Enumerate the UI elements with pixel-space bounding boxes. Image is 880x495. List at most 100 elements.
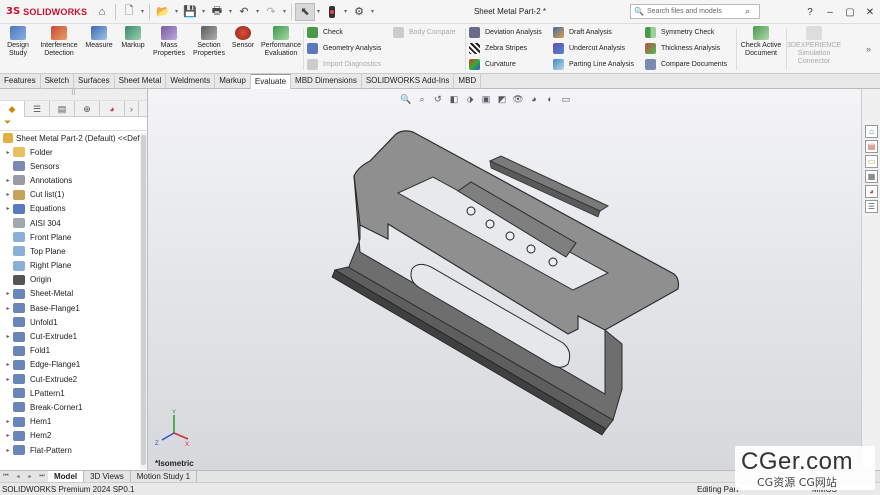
chevron-down-icon[interactable]: ▾ [254, 8, 261, 15]
chevron-down-icon[interactable]: ▾ [200, 8, 207, 15]
panel-grip[interactable]: ⠿ [0, 89, 147, 101]
performance-evaluation-button[interactable]: Performance Evaluation [258, 26, 304, 58]
compare-documents-button[interactable]: Compare Documents [645, 59, 727, 70]
view-orientation-icon[interactable]: ▣ [478, 92, 494, 106]
tree-item[interactable]: ▸ Edge-Flange1 [0, 358, 147, 372]
tab-surfaces[interactable]: Surfaces [74, 74, 115, 89]
tree-item[interactable]: ▸ Folder [0, 145, 147, 159]
view-palette-icon[interactable]: ▦ [865, 170, 878, 183]
chevron-down-icon[interactable]: ▾ [139, 8, 146, 15]
geometry-analysis-button[interactable]: Geometry Analysis [307, 43, 381, 54]
tree-item[interactable]: ▸ Hem1 [0, 415, 147, 429]
nav-last-icon[interactable]: ⏭ [36, 473, 48, 480]
previous-view-icon[interactable]: ↺ [430, 92, 446, 106]
tree-item[interactable]: ▸ Cut list(1) [0, 188, 147, 202]
expand-arrow-icon[interactable]: ▸ [3, 191, 13, 198]
tree-item[interactable]: Front Plane [0, 230, 147, 244]
bottom-tab-motion-study-1[interactable]: Motion Study 1 [131, 470, 198, 483]
solidworks-logo[interactable]: 3S SOLIDWORKS [0, 0, 92, 24]
tab-evaluate[interactable]: Evaluate [250, 74, 292, 89]
view-settings-icon[interactable]: ▭ [558, 92, 574, 106]
draft-analysis-button[interactable]: Draft Analysis [553, 27, 612, 38]
feature-tree-scrollbar[interactable] [140, 133, 147, 469]
tree-item[interactable]: Break-Corner1 [0, 400, 147, 414]
search-box[interactable]: 🔍 Search files and models ⌕ [630, 4, 760, 19]
expand-arrow-icon[interactable]: ▸ [3, 447, 13, 454]
search-options-icon[interactable]: ⌕ [745, 6, 759, 17]
tree-item[interactable]: Fold1 [0, 344, 147, 358]
chevron-down-icon[interactable]: ▾ [315, 8, 322, 15]
chevron-down-icon[interactable]: ▾ [173, 8, 180, 15]
check-active-document-button[interactable]: Check Active Document [738, 26, 784, 58]
section-properties-button[interactable]: Section Properties [191, 26, 227, 58]
tree-item[interactable]: LPattern1 [0, 386, 147, 400]
tree-item[interactable]: Origin [0, 273, 147, 287]
thickness-analysis-button[interactable]: Thickness Analysis [645, 43, 720, 54]
nav-next-icon[interactable]: ▸ [24, 473, 36, 480]
undercut-analysis-button[interactable]: Undercut Analysis [553, 43, 625, 54]
graphics-area[interactable]: Y X Z [148, 89, 861, 470]
chevron-right-icon[interactable]: » [866, 44, 871, 54]
feature-tree-root[interactable]: Sheet Metal Part-2 (Default) <<Def [0, 131, 147, 145]
solidworks-resources-icon[interactable]: ⌂ [865, 125, 878, 138]
expand-arrow-icon[interactable]: ▸ [3, 305, 13, 312]
chevron-down-icon[interactable]: ▾ [227, 8, 234, 15]
expand-arrow-icon[interactable]: ▸ [3, 361, 13, 368]
tree-item[interactable]: Unfold1 [0, 315, 147, 329]
tab-markup[interactable]: Markup [215, 74, 251, 89]
configuration-manager-tab-icon[interactable]: ▤ [50, 101, 75, 117]
markup-button[interactable]: Markup [118, 26, 148, 50]
nav-first-icon[interactable]: ⏮ [0, 473, 12, 480]
tab-mbd[interactable]: MBD [454, 74, 482, 89]
tab-solidworks-add-ins[interactable]: SOLIDWORKS Add-Ins [362, 74, 455, 89]
display-style-icon[interactable]: ◩ [494, 92, 510, 106]
tree-item[interactable]: ▸ Cut-Extrude1 [0, 329, 147, 343]
bottom-tab-3d-views[interactable]: 3D Views [84, 470, 131, 483]
tree-item[interactable]: ▸ Sheet-Metal [0, 287, 147, 301]
expand-arrow-icon[interactable]: ▸ [3, 333, 13, 340]
section-view-icon[interactable]: ◧ [446, 92, 462, 106]
tree-item[interactable]: ▸ Equations [0, 202, 147, 216]
expand-arrow-icon[interactable]: ▸ [3, 177, 13, 184]
expand-arrow-icon[interactable]: ▸ [3, 290, 13, 297]
print-icon[interactable]: 🖶 [207, 3, 227, 21]
tree-item[interactable]: ▸ Flat-Pattern [0, 443, 147, 457]
import-diagnostics-button[interactable]: Import Diagnostics [307, 59, 381, 70]
home-icon[interactable]: ⌂ [92, 3, 112, 21]
tree-item[interactable]: Sensors [0, 159, 147, 173]
mass-properties-button[interactable]: Mass Properties [151, 26, 187, 58]
expand-arrow-icon[interactable]: ▸ [3, 376, 13, 383]
appearances-icon[interactable]: ◕ [865, 185, 878, 198]
select-icon[interactable]: ⬉ [295, 2, 315, 21]
expand-arrow-icon[interactable]: ▸ [3, 149, 13, 156]
tab-mbd-dimensions[interactable]: MBD Dimensions [291, 74, 362, 89]
feature-tree-tab-icon[interactable]: ◆ [0, 101, 25, 117]
display-manager-tab-icon[interactable]: ◕ [100, 101, 125, 117]
help-icon[interactable]: ? [800, 7, 820, 18]
dimxpert-tab-icon[interactable]: ⊕ [75, 101, 100, 117]
sheet-metal-part-model[interactable] [148, 89, 861, 470]
tree-item[interactable]: ▸ Annotations [0, 173, 147, 187]
search-input[interactable]: Search files and models [644, 8, 745, 15]
minimize-icon[interactable]: – [820, 7, 840, 18]
zoom-to-fit-icon[interactable]: 🔍 [398, 92, 414, 106]
chevron-down-icon[interactable]: ▾ [369, 8, 376, 15]
expand-arrow-icon[interactable]: ▸ [3, 432, 13, 439]
zebra-stripes-button[interactable]: Zebra Stripes [469, 43, 527, 54]
tree-item[interactable]: ▸ Base-Flange1 [0, 301, 147, 315]
restore-icon[interactable]: ▢ [840, 7, 860, 18]
tab-weldments[interactable]: Weldments [166, 74, 216, 89]
custom-properties-icon[interactable]: ☰ [865, 200, 878, 213]
bottom-tab-model[interactable]: Model [48, 470, 85, 483]
close-icon[interactable]: ✕ [860, 7, 880, 18]
parting-line-analysis-button[interactable]: Parting Line Analysis [553, 59, 634, 70]
expand-arrow-icon[interactable]: ▸ [3, 205, 13, 212]
design-library-icon[interactable]: ▤ [865, 140, 878, 153]
apply-scene-icon[interactable]: ◐ [542, 92, 558, 106]
dynamic-annotation-icon[interactable]: ⬗ [462, 92, 478, 106]
hide-show-items-icon[interactable]: 👁 [510, 92, 526, 106]
tree-item[interactable]: AISI 304 [0, 216, 147, 230]
edit-appearance-icon[interactable]: ◕ [526, 92, 542, 106]
new-document-icon[interactable]: 🗋 [119, 3, 139, 21]
save-icon[interactable]: 💾 [180, 3, 200, 21]
